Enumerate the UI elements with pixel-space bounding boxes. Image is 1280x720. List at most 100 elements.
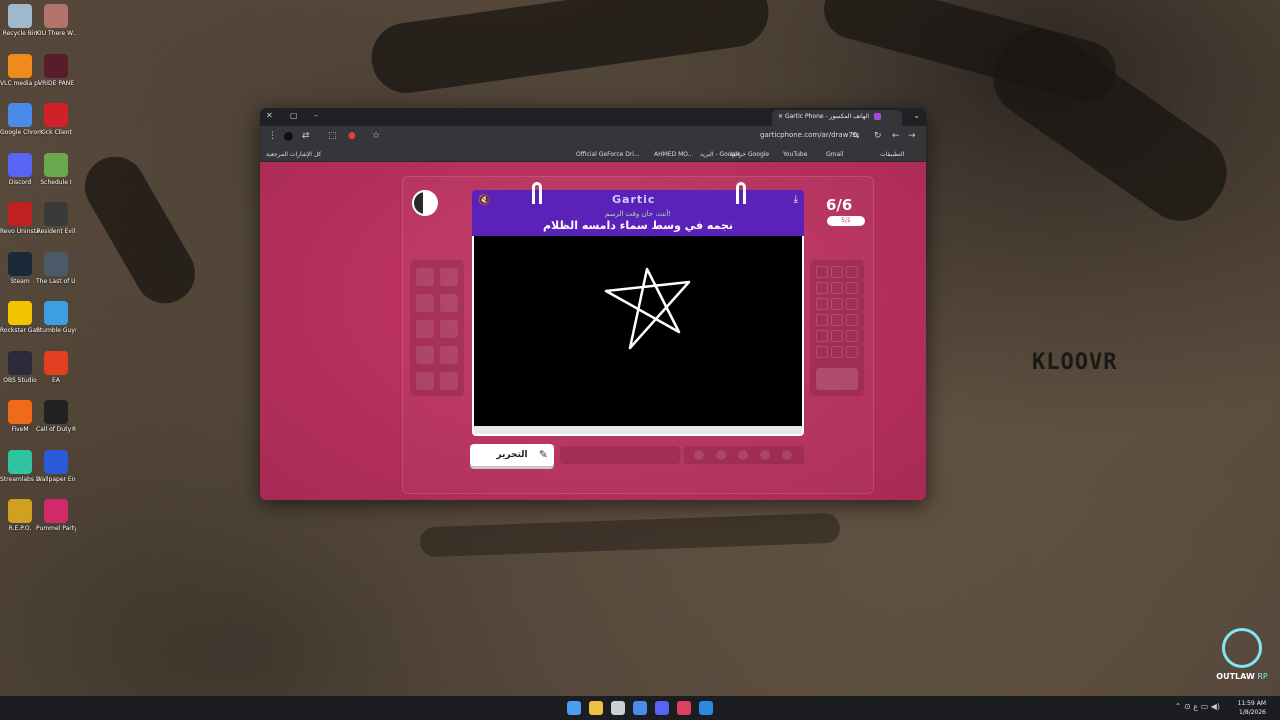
chrome-taskbar-icon[interactable] bbox=[633, 701, 647, 715]
tab-search-icon[interactable]: ⌄ bbox=[913, 111, 920, 120]
desktop-icon[interactable]: Resident Evil bbox=[36, 202, 76, 235]
back-icon[interactable]: ← bbox=[892, 131, 900, 141]
color-swatch[interactable] bbox=[831, 282, 843, 294]
desktop-icon[interactable]: Rockstar Games ... bbox=[0, 301, 40, 334]
rectangle-tool-icon[interactable] bbox=[440, 294, 458, 312]
color-swatch[interactable] bbox=[846, 314, 858, 326]
close-window-button[interactable]: ✕ bbox=[266, 111, 273, 120]
extension-icon[interactable]: ⇄ bbox=[302, 131, 310, 141]
bookmark-item[interactable]: Gmail bbox=[826, 151, 844, 158]
color-swatch[interactable] bbox=[816, 346, 828, 358]
download-icon[interactable]: ⤓ bbox=[794, 194, 798, 205]
desktop-icon[interactable]: EA bbox=[36, 350, 76, 384]
desktop-icon[interactable]: OBS Studio bbox=[0, 350, 40, 384]
brush-size-option[interactable] bbox=[738, 450, 748, 460]
color-swatch[interactable] bbox=[831, 314, 843, 326]
color-swatch[interactable] bbox=[846, 346, 858, 358]
drawing-canvas[interactable] bbox=[472, 236, 804, 436]
color-swatch[interactable] bbox=[831, 298, 843, 310]
restore-window-button[interactable]: ▢ bbox=[290, 111, 298, 120]
color-swatch[interactable] bbox=[831, 346, 843, 358]
clock[interactable]: 11:59 AM 1/8/2026 bbox=[1238, 699, 1266, 717]
profile-icon[interactable] bbox=[284, 132, 293, 141]
color-swatch[interactable] bbox=[816, 314, 828, 326]
color-swatch[interactable] bbox=[846, 298, 858, 310]
edit-button[interactable]: التحرير ✎ bbox=[470, 444, 554, 466]
bookmark-item[interactable]: Official GeForce Dri... bbox=[576, 151, 640, 158]
desktop-icon[interactable]: FiveM bbox=[0, 400, 40, 433]
start-taskbar-icon[interactable] bbox=[567, 701, 581, 715]
desktop-icon[interactable]: KIU There W... bbox=[36, 4, 76, 37]
desktop-icon[interactable]: Schedule I bbox=[36, 152, 76, 186]
app-icon bbox=[8, 449, 32, 474]
menu-icon[interactable]: ⋮ bbox=[268, 131, 277, 141]
brush-size-option[interactable] bbox=[716, 450, 726, 460]
line-tool-icon[interactable] bbox=[440, 346, 458, 364]
tray-icons[interactable]: ⌃ ⊙ ع ▭ ◀) bbox=[1175, 702, 1220, 711]
brush-size-option[interactable] bbox=[694, 450, 704, 460]
bookmark-item[interactable]: YouTube bbox=[783, 151, 807, 158]
tab-close-icon[interactable]: ✕ bbox=[778, 113, 783, 120]
vscode-taskbar-icon[interactable] bbox=[699, 701, 713, 715]
fill-tool-icon[interactable] bbox=[416, 346, 434, 364]
pencil-tool-icon[interactable] bbox=[416, 268, 434, 286]
color-swatch[interactable] bbox=[846, 282, 858, 294]
address-bar[interactable]: garticphone.com/ar/draw76 bbox=[760, 131, 857, 139]
puzzle-icon[interactable]: ⬚ bbox=[328, 131, 337, 141]
explorer-taskbar-icon[interactable] bbox=[589, 701, 603, 715]
color-swatch[interactable] bbox=[831, 266, 843, 278]
gear-taskbar-icon[interactable] bbox=[677, 701, 691, 715]
brush-size-option[interactable] bbox=[760, 450, 770, 460]
desktop-icon[interactable]: Google Chrome bbox=[0, 103, 40, 136]
desktop-icon[interactable]: Stumble Guys bbox=[36, 301, 76, 334]
desktop-icon[interactable]: Streamlabs Desktop bbox=[0, 449, 40, 483]
desktop-icon[interactable]: The Last of Us™ Part I... bbox=[36, 251, 76, 285]
desktop-icon[interactable]: Steam bbox=[0, 251, 40, 285]
discord-taskbar-icon[interactable] bbox=[655, 701, 669, 715]
desktop-icon[interactable]: VLC media player bbox=[0, 53, 40, 87]
forward-icon[interactable]: → bbox=[908, 131, 916, 141]
color-swatch[interactable] bbox=[846, 266, 858, 278]
color-swatch[interactable] bbox=[816, 330, 828, 342]
undo-icon[interactable] bbox=[416, 372, 434, 390]
eraser-tool-icon[interactable] bbox=[440, 372, 458, 390]
color-swatch[interactable] bbox=[816, 266, 828, 278]
color-swatch[interactable] bbox=[831, 330, 843, 342]
app-icon bbox=[44, 499, 68, 523]
desktop-icon[interactable]: Pummel Party bbox=[36, 499, 76, 532]
steam-taskbar-icon[interactable] bbox=[611, 701, 625, 715]
selected-color-swatch[interactable] bbox=[816, 368, 858, 390]
desktop-icon[interactable]: Discord bbox=[0, 152, 40, 186]
mute-icon[interactable]: 🔇 bbox=[478, 195, 490, 206]
ellipse-tool-icon[interactable] bbox=[416, 294, 434, 312]
filled-ellipse-tool-icon[interactable] bbox=[416, 320, 434, 338]
color-swatch[interactable] bbox=[816, 298, 828, 310]
desktop-icon[interactable]: Revo Uninstaller bbox=[0, 202, 40, 235]
minimize-window-button[interactable]: – bbox=[314, 111, 318, 120]
color-swatch[interactable] bbox=[846, 330, 858, 342]
all-bookmarks[interactable]: كل الإشارات المرجعية bbox=[266, 151, 321, 158]
desktop-icon[interactable]: Kick Client bbox=[36, 103, 76, 136]
brush-size-option[interactable] bbox=[782, 450, 792, 460]
desktop-icon[interactable]: R.E.P.O. bbox=[0, 499, 40, 532]
contrast-toggle-button[interactable] bbox=[412, 190, 438, 216]
filled-rectangle-tool-icon[interactable] bbox=[440, 320, 458, 338]
desktop-icon[interactable]: Call of Duty® bbox=[36, 400, 76, 433]
desktop-icon[interactable]: Wallpaper Engine bbox=[36, 449, 76, 483]
bookmark-item[interactable]: AHMED MO... bbox=[654, 151, 694, 158]
pen-tool-icon[interactable] bbox=[440, 268, 458, 286]
desktop-icon[interactable]: Recycle Bin bbox=[0, 4, 40, 37]
reload-icon[interactable]: ↻ bbox=[874, 131, 882, 141]
opacity-slider[interactable] bbox=[560, 446, 680, 464]
site-settings-icon[interactable]: ⇆ bbox=[852, 131, 860, 141]
bookmark-item[interactable]: خرائط Google bbox=[730, 151, 769, 158]
tab-gartic[interactable]: ✕ Gartic Phone - الهاتف المكسور bbox=[772, 110, 902, 126]
bookmark-star-icon[interactable]: ☆ bbox=[372, 131, 380, 141]
gartic-page: 🔇 Gartic ⤓ أنت، حان وقت الرسم! نجمه في و… bbox=[260, 162, 926, 500]
desktop-icon-label: FiveM bbox=[11, 426, 29, 433]
desktop-icon-label: Discord bbox=[8, 178, 32, 186]
desktop-icon[interactable]: VRIDE PANE bbox=[36, 53, 76, 87]
bookmark-item[interactable]: التطبيقات bbox=[880, 151, 904, 158]
color-swatch[interactable] bbox=[816, 282, 828, 294]
record-icon[interactable]: ● bbox=[348, 131, 356, 141]
